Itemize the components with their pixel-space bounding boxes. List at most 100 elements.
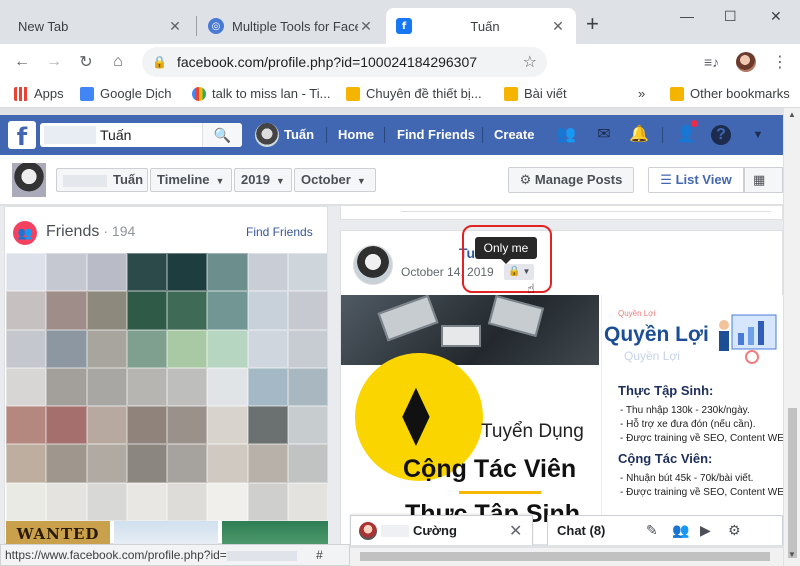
month-dropdown[interactable]: October ▼ (294, 168, 376, 192)
scrollbar-thumb[interactable] (788, 408, 797, 558)
tab-close-icon[interactable]: ✕ (550, 18, 566, 35)
friend-photo-tile[interactable] (247, 253, 288, 292)
post-photo-recruitment[interactable]: ⧫ Tuyển Dụng Cộng Tác Viên Thực Tập Sinh (341, 295, 599, 544)
friend-photo-tile[interactable] (247, 482, 288, 521)
new-message-icon[interactable]: ✎ (646, 522, 658, 539)
tab-close-icon[interactable]: ✕ (358, 18, 374, 35)
tab-new-tab[interactable]: New Tab ✕ (8, 8, 193, 44)
extension-tools-icon[interactable]: ⚙ (658, 53, 676, 71)
friend-photo-tile[interactable] (287, 444, 328, 483)
photo-thumbnail[interactable] (114, 521, 218, 544)
friend-photo-tile[interactable] (126, 367, 167, 407)
profile-name-box[interactable]: Tuấn (56, 168, 148, 192)
friend-photo-tile[interactable] (86, 329, 127, 368)
bookmark-star-icon[interactable]: ☆ (523, 52, 537, 72)
chrome-menu-icon[interactable]: ⋮ (772, 52, 788, 72)
home-link[interactable]: Home (338, 115, 374, 155)
friend-photo-tile[interactable] (247, 406, 288, 445)
address-bar[interactable]: 🔒 facebook.com/profile.php?id=1000241842… (142, 47, 547, 77)
wanted-thumbnail[interactable]: WANTED (6, 521, 110, 544)
avatar[interactable] (255, 123, 279, 147)
profile-avatar-icon[interactable] (736, 52, 756, 72)
friend-photo-tile[interactable] (6, 367, 47, 407)
notifications-bell-icon[interactable]: 🔔 (629, 125, 649, 145)
friend-photo-tile[interactable] (167, 367, 208, 407)
friend-photo-tile[interactable] (46, 482, 87, 521)
bookmark-google-dich[interactable]: Google Dịch (80, 86, 172, 101)
friend-photo-tile[interactable] (46, 291, 87, 330)
friend-photo-tile[interactable] (167, 253, 208, 292)
create-link[interactable]: Create (494, 115, 534, 155)
friends-heading[interactable]: Friends · 194 (46, 223, 135, 241)
forward-arrow-icon[interactable]: → (38, 53, 70, 71)
friend-requests-icon[interactable]: 👥 (556, 125, 576, 145)
timeline-dropdown[interactable]: Timeline ▼ (150, 168, 232, 192)
friend-photo-tile[interactable] (207, 253, 248, 292)
tab-close-icon[interactable]: ✕ (167, 18, 183, 35)
find-friends-link[interactable]: Find Friends (397, 115, 475, 155)
avatar[interactable] (353, 245, 393, 285)
bookmark-apps[interactable]: Apps (14, 86, 64, 101)
friend-photo-tile[interactable] (287, 329, 328, 368)
friend-photo-tile[interactable] (207, 329, 248, 368)
friend-photo-tile[interactable] (86, 406, 127, 445)
friend-photo-tile[interactable] (167, 291, 208, 330)
friend-photo-tile[interactable] (247, 367, 288, 407)
friend-photo-tile[interactable] (247, 291, 288, 330)
friend-photo-tile[interactable] (6, 253, 47, 292)
friend-photo-tile[interactable] (167, 482, 208, 521)
friend-photo-tile[interactable] (86, 367, 127, 407)
extension-translate-icon[interactable]: G (594, 53, 612, 71)
friend-photo-tile[interactable] (86, 482, 127, 521)
account-menu-chevron-icon[interactable]: ▼ (748, 125, 768, 145)
quick-help-people-icon[interactable]: 👤 (676, 125, 696, 145)
back-arrow-icon[interactable]: ← (6, 53, 38, 71)
messenger-icon[interactable]: ✉ (594, 125, 614, 145)
profile-name-link[interactable]: Tuấn (284, 115, 314, 155)
chat-dock[interactable]: Chat (8) ✎ 👥 ▶ ⚙ (547, 515, 783, 545)
friend-photo-tile[interactable] (86, 253, 127, 292)
bookmarks-overflow-chevron[interactable]: » (638, 86, 645, 101)
search-icon[interactable]: 🔍 (202, 123, 242, 147)
facebook-logo[interactable]: f (8, 121, 36, 151)
photo-thumbnail[interactable] (222, 521, 328, 544)
close-window-icon[interactable]: ✕ (770, 8, 782, 25)
maximize-icon[interactable]: ☐ (724, 8, 737, 25)
friend-photo-tile[interactable] (46, 367, 87, 407)
tab-facebook-profile[interactable]: f Tuấn ✕ (386, 8, 576, 44)
facebook-search[interactable]: Tuấn 🔍 (40, 123, 242, 147)
reload-icon[interactable]: ↻ (70, 52, 102, 72)
friend-photo-tile[interactable] (207, 406, 248, 445)
friend-photo-tile[interactable] (287, 482, 328, 521)
grid-view-icon[interactable]: ▦ (744, 167, 783, 193)
friend-photo-tile[interactable] (247, 444, 288, 483)
friend-photo-tile[interactable] (167, 406, 208, 445)
friend-photo-tile[interactable] (86, 291, 127, 330)
friend-photo-tile[interactable] (46, 329, 87, 368)
friend-photo-tile[interactable] (6, 406, 47, 445)
friend-photo-tile[interactable] (126, 482, 167, 521)
media-queue-icon[interactable]: ≡♪ (704, 54, 719, 70)
home-icon[interactable]: ⌂ (102, 53, 134, 71)
friend-photo-tile[interactable] (287, 291, 328, 330)
horizontal-scrollbar[interactable] (350, 548, 783, 566)
close-icon[interactable]: ✕ (509, 521, 522, 541)
scroll-up-icon[interactable]: ▲ (788, 110, 796, 119)
friend-photo-tile[interactable] (287, 253, 328, 292)
friend-photo-tile[interactable] (6, 291, 47, 330)
avatar[interactable] (12, 163, 46, 197)
bookmark-talk-to-miss-lan[interactable]: talk to miss lan - Ti... (192, 86, 330, 101)
friend-photo-tile[interactable] (126, 406, 167, 445)
friend-photo-tile[interactable] (46, 444, 87, 483)
search-input[interactable]: Tuấn (100, 123, 202, 147)
tab-multiple-tools[interactable]: ◎ Multiple Tools for Facel ✕ (198, 8, 384, 44)
scrollbar-thumb[interactable] (360, 552, 770, 561)
friend-photo-tile[interactable] (126, 291, 167, 330)
friend-photo-tile[interactable] (247, 329, 288, 368)
bookmark-chuyen-de[interactable]: Chuyên đề thiết bị... (346, 86, 482, 101)
friend-photo-tile[interactable] (6, 482, 47, 521)
friend-photo-tile[interactable] (207, 444, 248, 483)
find-friends-link[interactable]: Find Friends (246, 225, 313, 239)
friend-photo-tile[interactable] (126, 329, 167, 368)
extension-classroom-icon[interactable]: ▣ (626, 53, 644, 71)
